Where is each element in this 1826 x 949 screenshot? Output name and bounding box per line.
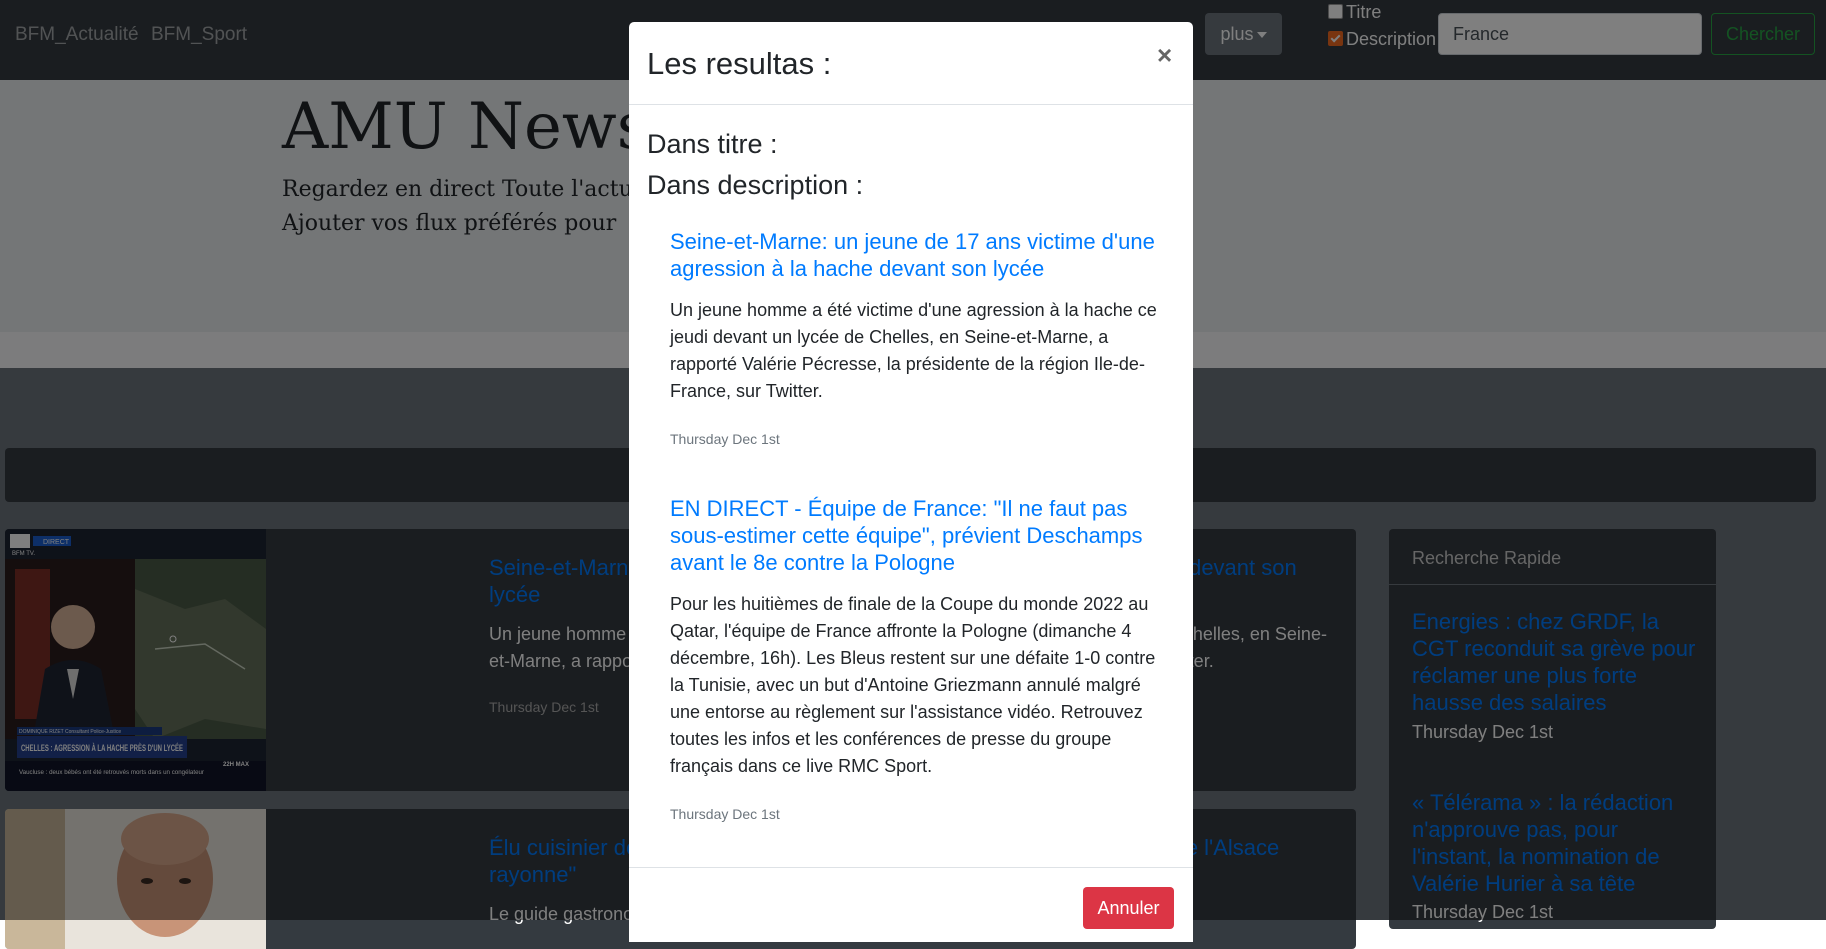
results-modal: Les resultas : × Dans titre : Dans descr… [629,22,1193,942]
result-date: Thursday Dec 1st [670,431,780,447]
in-title-heading: Dans titre : [647,129,778,159]
modal-title: Les resultas : [647,46,832,81]
modal-footer-divider [629,867,1193,868]
result-title[interactable]: Seine-et-Marne: un jeune de 17 ans victi… [670,228,1160,282]
result-title[interactable]: EN DIRECT - Équipe de France: "Il ne fau… [670,495,1160,576]
result-date: Thursday Dec 1st [670,806,780,822]
in-description-heading: Dans description : [647,170,864,200]
result-description: Pour les huitièmes de finale de la Coupe… [670,594,1156,776]
modal-header-divider [629,104,1193,105]
close-icon[interactable]: × [1157,40,1172,71]
result-description: Un jeune homme a été victime d'une agres… [670,300,1157,401]
cancel-button[interactable]: Annuler [1083,887,1174,929]
